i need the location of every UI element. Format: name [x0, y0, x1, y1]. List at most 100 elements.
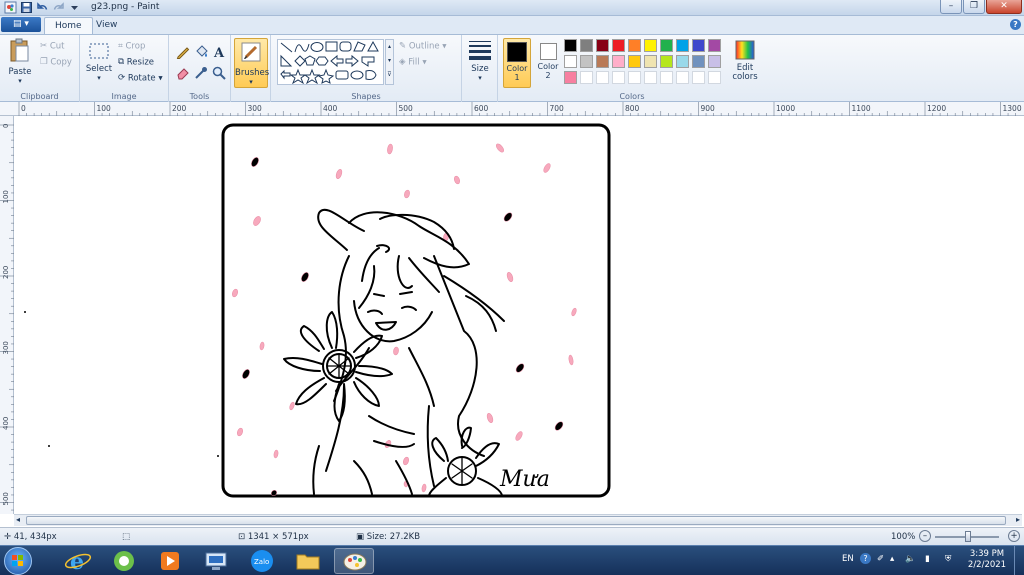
- save-icon[interactable]: [20, 1, 33, 14]
- zoom-out-icon[interactable]: –: [919, 530, 931, 542]
- palette-swatch[interactable]: [708, 55, 721, 68]
- horizontal-scrollbar[interactable]: ◂ ▸: [14, 514, 1022, 526]
- minimize-button[interactable]: –: [940, 0, 962, 14]
- taskbar-file-explorer[interactable]: [288, 548, 328, 574]
- tab-view[interactable]: View: [86, 17, 127, 34]
- close-button[interactable]: ✕: [986, 0, 1022, 14]
- palette-swatch[interactable]: [692, 71, 705, 84]
- customize-qat-icon[interactable]: [68, 1, 81, 14]
- size-label: Size: [471, 64, 489, 74]
- outline-label: Outline: [408, 41, 440, 52]
- brushes-button[interactable]: Brushes ▾: [234, 38, 269, 88]
- palette-swatch[interactable]: [596, 71, 609, 84]
- security-tray-icon[interactable]: ⛨: [945, 554, 951, 564]
- network-signal-icon[interactable]: ▮: [925, 554, 930, 564]
- zoom-in-icon[interactable]: +: [1008, 530, 1020, 542]
- palette-swatch[interactable]: [564, 55, 577, 68]
- language-indicator[interactable]: EN: [842, 554, 854, 564]
- fill-bucket-icon[interactable]: [193, 44, 209, 60]
- show-desktop-button[interactable]: [1014, 546, 1024, 575]
- size-button[interactable]: Size ▾: [465, 39, 495, 82]
- maximize-button[interactable]: ❐: [963, 0, 985, 14]
- palette-swatch[interactable]: [612, 71, 625, 84]
- palette-swatch[interactable]: [580, 71, 593, 84]
- taskbar-coc-coc[interactable]: [104, 548, 144, 574]
- folder-icon: [296, 554, 320, 570]
- cut-button[interactable]: ✂ Cut: [40, 41, 64, 52]
- palette-swatch[interactable]: [676, 39, 689, 52]
- cut-label: Cut: [49, 41, 65, 52]
- taskbar-zalo[interactable]: Zalo: [242, 548, 282, 574]
- palette-swatch[interactable]: [692, 55, 705, 68]
- ruler-label: 1300: [1003, 104, 1022, 113]
- quick-access-toolbar: [4, 1, 81, 14]
- magnifier-icon[interactable]: [211, 65, 227, 81]
- pencil-icon[interactable]: [175, 44, 191, 60]
- canvas-area[interactable]: Mưa: [14, 116, 1022, 514]
- palette-swatch[interactable]: [644, 39, 657, 52]
- redo-icon[interactable]: [52, 1, 65, 14]
- outline-button[interactable]: ✎ Outline ▾: [399, 41, 447, 52]
- help-tray-icon[interactable]: ?: [860, 553, 871, 564]
- taskbar-paint[interactable]: [334, 548, 374, 574]
- palette-swatch[interactable]: [580, 39, 593, 52]
- shapes-scroll-icon[interactable]: ▴ ▾ ⊽: [385, 39, 394, 85]
- palette-swatch[interactable]: [564, 71, 577, 84]
- palette-swatch[interactable]: [660, 39, 673, 52]
- ruler-label: 1200: [927, 104, 946, 113]
- text-icon[interactable]: A: [211, 44, 227, 60]
- palette-swatch[interactable]: [596, 39, 609, 52]
- palette-swatch[interactable]: [628, 39, 641, 52]
- palette-swatch[interactable]: [612, 39, 625, 52]
- drawing-canvas[interactable]: Mưa: [14, 116, 1022, 514]
- paste-button[interactable]: Paste ▾: [4, 38, 36, 85]
- select-button[interactable]: Select ▾: [85, 41, 113, 82]
- undo-icon[interactable]: [36, 1, 49, 14]
- palette-swatch[interactable]: [676, 55, 689, 68]
- taskbar-network-app[interactable]: [196, 548, 236, 574]
- taskbar-media-player[interactable]: [150, 548, 190, 574]
- palette-swatch[interactable]: [660, 55, 673, 68]
- pen-tray-icon[interactable]: ✐: [877, 554, 884, 564]
- crop-icon: ⌗: [118, 41, 123, 51]
- color2-button[interactable]: Color 2: [534, 38, 562, 88]
- start-button[interactable]: [4, 547, 32, 575]
- palette-swatch[interactable]: [708, 39, 721, 52]
- palette-swatch[interactable]: [580, 55, 593, 68]
- scroll-left-icon[interactable]: ◂: [16, 515, 20, 524]
- palette-swatch[interactable]: [564, 39, 577, 52]
- palette-swatch[interactable]: [644, 71, 657, 84]
- scrollbar-thumb[interactable]: [26, 516, 1006, 525]
- edit-colors-button[interactable]: Edit colors: [728, 39, 762, 82]
- resize-button[interactable]: ⧉ Resize: [118, 57, 154, 68]
- palette-swatch[interactable]: [628, 71, 641, 84]
- palette-swatch[interactable]: [692, 39, 705, 52]
- palette-swatch[interactable]: [612, 55, 625, 68]
- clock[interactable]: 3:39 PM 2/2/2021: [962, 549, 1012, 571]
- shapes-gallery-icons[interactable]: [278, 40, 384, 85]
- palette-swatch[interactable]: [660, 71, 673, 84]
- show-hidden-icons[interactable]: ▴: [890, 554, 894, 564]
- scissors-icon: ✂: [40, 41, 48, 51]
- eraser-icon[interactable]: [175, 65, 191, 81]
- volume-icon[interactable]: 🔈: [905, 554, 916, 564]
- color1-button[interactable]: Color 1: [503, 38, 531, 88]
- fill-button[interactable]: ◈ Fill ▾: [399, 57, 427, 68]
- crop-button[interactable]: ⌗ Crop: [118, 41, 145, 52]
- help-icon[interactable]: ?: [1010, 19, 1021, 30]
- ruler-label: 700: [550, 104, 565, 113]
- copy-button[interactable]: ❐ Copy: [40, 57, 72, 68]
- paint-palette-icon: [343, 553, 367, 571]
- palette-swatch[interactable]: [628, 55, 641, 68]
- file-menu-button[interactable]: ▤ ▾: [1, 17, 41, 32]
- zoom-slider-thumb[interactable]: [965, 531, 971, 542]
- taskbar-internet-explorer[interactable]: e: [58, 548, 98, 575]
- palette-swatch[interactable]: [644, 55, 657, 68]
- palette-swatch[interactable]: [676, 71, 689, 84]
- palette-swatch[interactable]: [708, 71, 721, 84]
- paint-app-icon: [4, 1, 17, 14]
- color-picker-icon[interactable]: [193, 65, 209, 81]
- rotate-button[interactable]: ⟳ Rotate ▾: [118, 73, 163, 84]
- scroll-right-icon[interactable]: ▸: [1016, 515, 1020, 524]
- palette-swatch[interactable]: [596, 55, 609, 68]
